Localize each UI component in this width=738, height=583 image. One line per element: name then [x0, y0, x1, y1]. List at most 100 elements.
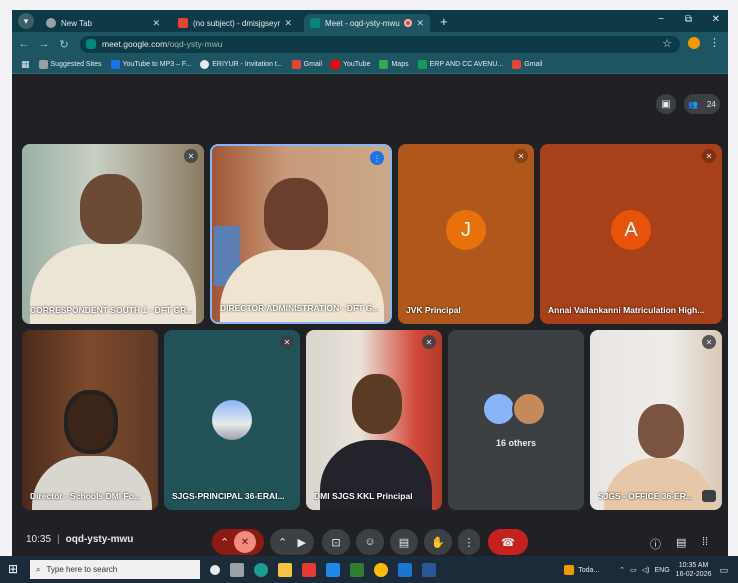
bookmark-icon: [417, 60, 427, 69]
cortana-icon[interactable]: [210, 564, 220, 575]
meeting-code: oqd-ysty-mwu: [65, 534, 134, 545]
browser-menu-icon[interactable]: ⋮: [709, 36, 720, 49]
chrome-icon[interactable]: [374, 562, 388, 577]
restore-button[interactable]: ⧉: [685, 14, 692, 25]
pin-icon[interactable]: [702, 490, 716, 502]
site-info-icon[interactable]: [86, 39, 96, 49]
bookmark-item[interactable]: Maps: [379, 60, 409, 69]
chevron-up-icon[interactable]: ⌃: [220, 536, 229, 549]
muted-mic-icon: ✕: [184, 149, 198, 163]
bookmark-item[interactable]: ERP AND CC AVENU...: [417, 60, 504, 69]
bookmarks-bar: ▦ Suggested Sites YouTube to MP3 – F... …: [12, 56, 728, 74]
close-tab-icon[interactable]: ✕: [152, 18, 160, 29]
file-explorer-icon[interactable]: [278, 562, 292, 577]
muted-mic-icon: ✕: [702, 335, 716, 349]
bookmark-item[interactable]: Gmail: [512, 60, 543, 69]
close-tab-icon[interactable]: ✕: [284, 18, 292, 29]
bookmark-item[interactable]: ERIYUR - Invitation t...: [200, 60, 283, 69]
tab-new-tab[interactable]: New Tab ✕: [40, 14, 166, 32]
close-window-button[interactable]: ✕: [712, 14, 720, 25]
meeting-details-icon[interactable]: ⓘ: [650, 536, 661, 552]
meet-icon: [310, 18, 320, 28]
clock-time: 10:35 AM: [678, 562, 709, 569]
camera-icon: ▶: [297, 536, 306, 549]
participant-tile[interactable]: ✕ CORRESPONDENT SOUTH 1 - DFT GR...: [22, 144, 204, 324]
captions-icon: ▤: [398, 536, 410, 549]
hand-raise-queue-icon[interactable]: ▣: [656, 94, 676, 114]
muted-mic-icon: ✕: [702, 149, 716, 163]
bookmark-icon: [38, 60, 48, 69]
zoom-icon[interactable]: [326, 562, 340, 577]
present-button[interactable]: ⊡: [322, 529, 350, 555]
apps-icon[interactable]: ▦: [21, 59, 30, 70]
participant-tile[interactable]: J ✕ JVK Principal: [398, 144, 534, 324]
app-icon[interactable]: [350, 562, 364, 577]
participant-name: Annai Vailankanni Matriculation High...: [548, 305, 705, 315]
camera-toggle[interactable]: ⌃ ▶: [270, 529, 314, 555]
task-view-icon[interactable]: [230, 562, 244, 577]
participant-tile[interactable]: A ✕ Annai Vailankanni Matriculation High…: [540, 144, 722, 324]
bookmark-item[interactable]: YouTube to MP3 – F...: [110, 60, 191, 69]
present-screen-icon: ⊡: [331, 536, 341, 549]
participants-button[interactable]: 👥 24: [684, 94, 720, 114]
tab-gmail[interactable]: (no subject) - dmisjgseyr@gma ✕: [172, 14, 298, 32]
bookmark-label: ERP AND CC AVENU...: [429, 61, 504, 68]
new-tab-button[interactable]: +: [440, 14, 448, 29]
participant-tile-active-speaker[interactable]: ⋮ DIRECTOR ADMINISTRATION - DFT G...: [210, 144, 392, 324]
weather-icon[interactable]: [564, 565, 575, 575]
address-bar[interactable]: meet.google.com/oqd-ysty-mwu: [80, 35, 680, 53]
tray-chevron-icon[interactable]: ⌃: [619, 566, 625, 574]
more-options-button[interactable]: ⋮: [458, 529, 480, 555]
clock[interactable]: 10:35 AM 16-02-2026: [676, 561, 712, 579]
back-icon[interactable]: ←: [16, 38, 32, 50]
close-tab-icon[interactable]: ✕: [416, 18, 424, 29]
others-tile[interactable]: 16 others: [448, 330, 584, 510]
bookmark-star-icon[interactable]: ☆: [662, 37, 672, 50]
microphone-toggle[interactable]: ⌃ ✕: [212, 529, 264, 555]
forward-icon[interactable]: →: [36, 38, 52, 50]
participant-tile[interactable]: ✕ SJGS-PRINCIPAL 36-ERAI...: [164, 330, 300, 510]
avatar: J: [446, 210, 486, 250]
participant-tile[interactable]: Director - Schools DMI Fo...: [22, 330, 158, 510]
address-row: ← → ↻ meet.google.com/oqd-ysty-mwu ☆ ⋮: [12, 32, 728, 56]
taskbar-search[interactable]: ⌕ Type here to search: [30, 560, 200, 579]
word-icon[interactable]: [422, 562, 436, 577]
bookmark-item[interactable]: YouTube: [330, 60, 370, 69]
edge-icon[interactable]: [254, 562, 268, 577]
more-vert-icon: ⋮: [463, 536, 475, 549]
participant-name: CORRESPONDENT SOUTH 1 - DFT GR...: [30, 305, 194, 315]
muted-mic-icon: ✕: [514, 149, 528, 163]
language-indicator[interactable]: ENG: [655, 567, 670, 574]
volume-icon[interactable]: ◁): [642, 566, 650, 574]
app-icon[interactable]: [302, 562, 316, 577]
participant-tile[interactable]: ✕ DMI SJGS KKL Principal: [306, 330, 442, 510]
windows-taskbar: ⊞ ⌕ Type here to search Toda... ⌃ ▭ ◁) E…: [0, 556, 738, 583]
reactions-button[interactable]: ☺: [356, 529, 384, 555]
weather-text[interactable]: Toda...: [578, 567, 599, 574]
participant-name: Director - Schools DMI Fo...: [30, 491, 141, 501]
emoji-icon: ☺: [364, 536, 376, 548]
leave-call-button[interactable]: ☎: [488, 529, 528, 555]
chat-icon[interactable]: ▤: [676, 536, 686, 549]
notifications-icon[interactable]: ▭: [719, 565, 728, 576]
gmail-icon: [512, 60, 522, 69]
raise-hand-button[interactable]: ✋: [424, 529, 452, 555]
bookmark-item[interactable]: Suggested Sites: [38, 60, 102, 69]
tab-meet[interactable]: Meet - oqd-ysty-mwu ✕: [304, 14, 430, 32]
minimize-button[interactable]: −: [658, 14, 664, 25]
app-icon[interactable]: [398, 562, 412, 577]
captions-button[interactable]: ▤: [390, 529, 418, 555]
reload-icon[interactable]: ↻: [56, 38, 72, 51]
extension-icon[interactable]: [688, 37, 700, 49]
separator: |: [57, 534, 60, 545]
participant-tile[interactable]: ✕ SJGS - OFFICE 36-ER...: [590, 330, 722, 510]
tab-search-icon[interactable]: ▾: [18, 13, 34, 29]
chevron-up-icon[interactable]: ⌃: [278, 536, 287, 549]
activities-icon[interactable]: ⁞⁞: [702, 536, 708, 548]
tab-title: Meet - oqd-ysty-mwu: [325, 18, 400, 28]
speaking-indicator-icon: ⋮: [370, 151, 384, 165]
bookmark-label: Suggested Sites: [50, 61, 102, 68]
windows-start-icon[interactable]: ⊞: [8, 562, 18, 576]
network-icon[interactable]: ▭: [630, 566, 637, 574]
bookmark-item[interactable]: Gmail: [291, 60, 322, 69]
